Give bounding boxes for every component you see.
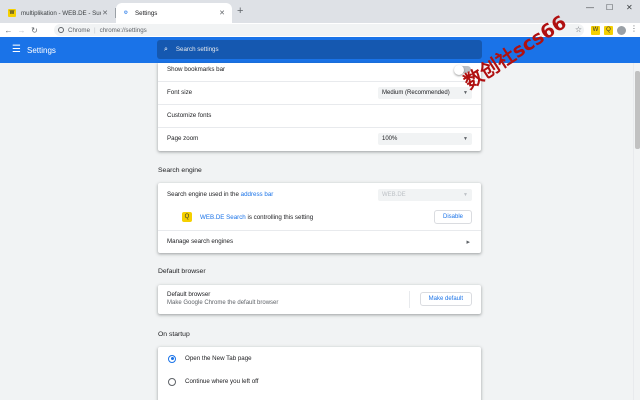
omnibox-label: Chrome <box>68 26 91 34</box>
search-icon: ⌕ <box>164 45 168 53</box>
avatar[interactable] <box>617 26 626 35</box>
font-size-value: Medium (Recommended) <box>382 89 450 96</box>
startup-option-label: Continue where you left off <box>185 378 259 385</box>
tab-settings[interactable]: ⚙ Settings ✕ <box>116 3 232 23</box>
webde-search-link[interactable]: WEB.DE Search <box>200 214 246 221</box>
extension-control-suffix: is controlling this setting <box>245 213 314 221</box>
minimize-icon[interactable]: — <box>586 3 594 12</box>
appearance-card: Show bookmarks bar Font size Medium (Rec… <box>158 63 481 151</box>
show-bookmarks-bar-label: Show bookmarks bar <box>167 66 226 73</box>
tab-title: Settings <box>135 9 158 17</box>
scrollbar[interactable] <box>633 63 640 400</box>
disable-button[interactable]: Disable <box>433 210 472 224</box>
close-icon[interactable]: ✕ <box>101 9 109 17</box>
search-engine-select: WEB.DE ▼ <box>378 188 472 201</box>
address-bar-link[interactable]: address bar <box>241 191 274 198</box>
radio-button[interactable] <box>168 377 176 386</box>
search-engine-value: WEB.DE <box>382 191 406 198</box>
search-extension-icon: Q <box>182 212 192 222</box>
scrollbar-thumb[interactable] <box>635 71 640 149</box>
dropdown-arrow-icon: ▼ <box>463 135 468 142</box>
dropdown-arrow-icon: ▼ <box>463 89 468 96</box>
divider <box>409 291 410 308</box>
page-zoom-row: Page zoom 100% ▼ <box>158 127 481 149</box>
customize-fonts-row[interactable]: Customize fonts <box>158 104 481 126</box>
dropdown-arrow-icon: ▼ <box>463 191 468 198</box>
font-size-select[interactable]: Medium (Recommended) ▼ <box>378 86 472 99</box>
search-engine-label-text: Search engine used in the <box>167 191 239 198</box>
startup-option-new-tab[interactable]: Open the New Tab page <box>158 347 481 370</box>
tab-webde-search[interactable]: W multiplikation - WEB.DE - Suche ✕ <box>2 3 115 23</box>
on-startup-heading: On startup <box>158 331 190 338</box>
omnibox-separator: | <box>94 26 96 34</box>
extension-control-row: Q WEB.DE Search is controlling this sett… <box>158 206 481 228</box>
default-browser-card: Default browser Make Google Chrome the d… <box>158 285 481 314</box>
page-title: Settings <box>27 46 56 55</box>
search-engine-card: Search engine used in the address bar WE… <box>158 183 481 253</box>
chrome-icon <box>58 27 64 33</box>
bookmark-star-icon[interactable]: ☆ <box>575 25 582 34</box>
search-input[interactable] <box>175 46 456 53</box>
back-icon[interactable]: ← <box>2 26 15 35</box>
page-zoom-select[interactable]: 100% ▼ <box>378 132 472 145</box>
font-size-label: Font size <box>167 89 193 96</box>
search-engine-heading: Search engine <box>158 167 202 174</box>
reload-icon[interactable]: ↻ <box>28 26 41 35</box>
close-icon[interactable]: ✕ <box>218 9 226 17</box>
make-default-button[interactable]: Make default <box>419 292 472 306</box>
page-zoom-label: Page zoom <box>167 135 199 142</box>
menu-dots-icon[interactable]: ⋮ <box>630 24 638 33</box>
customize-fonts-label: Customize fonts <box>167 112 212 119</box>
font-size-row: Font size Medium (Recommended) ▼ <box>158 81 481 103</box>
hamburger-menu-icon[interactable]: ☰ <box>12 45 21 55</box>
window-close-icon[interactable]: ✕ <box>626 3 633 12</box>
search-engine-row: Search engine used in the address bar WE… <box>158 183 481 206</box>
new-tab-button[interactable]: + <box>237 6 243 17</box>
startup-option-continue[interactable]: Continue where you left off <box>158 370 481 393</box>
gear-icon: ⚙ <box>123 10 129 16</box>
default-browser-heading: Default browser <box>158 268 206 275</box>
startup-option-label: Open the New Tab page <box>185 355 252 362</box>
forward-icon[interactable]: → <box>15 26 28 35</box>
maximize-icon[interactable]: ☐ <box>606 3 613 12</box>
webde-icon: W <box>8 9 16 17</box>
search-settings-box[interactable]: ⌕ <box>157 40 482 59</box>
tab-title: multiplikation - WEB.DE - Suche <box>21 9 101 17</box>
address-bar[interactable]: Chrome | chrome://settings <box>54 24 584 36</box>
show-bookmarks-bar-row[interactable]: Show bookmarks bar <box>158 63 481 76</box>
webde-extension-icon[interactable]: W <box>591 26 600 35</box>
omnibox-url[interactable]: chrome://settings <box>100 27 147 34</box>
search-engine-label: Search engine used in the address bar <box>167 191 273 198</box>
radio-button-selected[interactable] <box>168 354 176 363</box>
extension-control-text: WEB.DE Search is controlling this settin… <box>200 214 313 221</box>
manage-search-engines-row[interactable]: Manage search engines ▸ <box>158 230 481 252</box>
search-extension-icon[interactable]: Q <box>604 26 613 35</box>
manage-search-engines-label: Manage search engines <box>167 238 234 245</box>
chevron-right-icon: ▸ <box>466 238 470 246</box>
page-zoom-value: 100% <box>382 135 398 142</box>
on-startup-card: Open the New Tab page Continue where you… <box>158 347 481 400</box>
